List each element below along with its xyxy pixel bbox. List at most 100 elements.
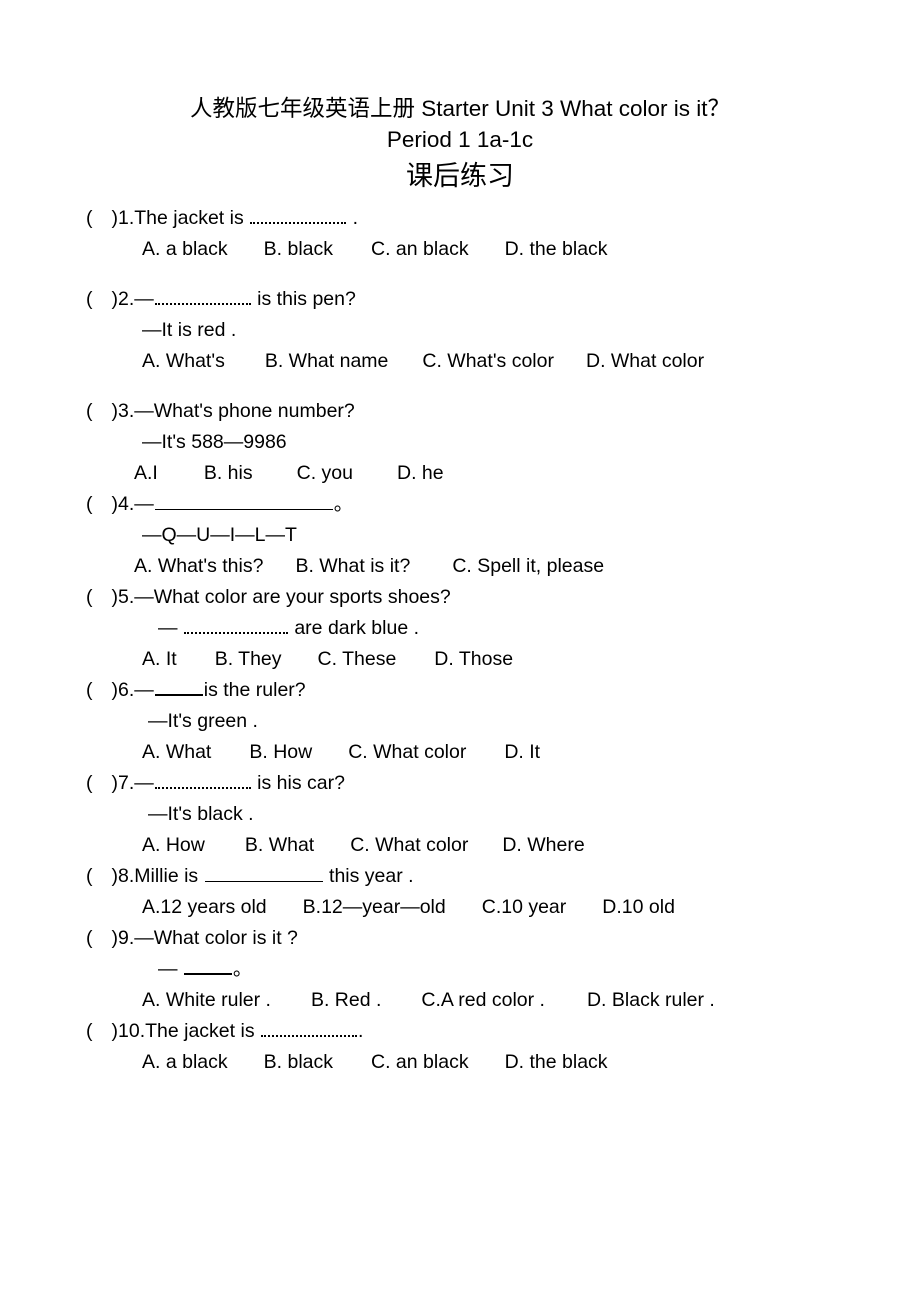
answer-bracket-2: ( (86, 288, 93, 310)
question-7-reply: —It's black . (148, 803, 254, 825)
option-c[interactable]: C.10 year (482, 896, 567, 918)
question-8-number: 8. (118, 865, 135, 887)
question-4-text-before: — (134, 493, 154, 515)
question-2-blank[interactable] (154, 285, 251, 305)
question-item-5: ()5.—What color are your sports shoes? —… (86, 582, 900, 675)
question-1-text-before: The jacket is (134, 207, 250, 229)
option-b[interactable]: B. What (245, 834, 314, 856)
option-c[interactable]: C. What's color (422, 350, 554, 372)
option-b[interactable]: B.12—year—old (303, 896, 446, 918)
question-6-number: 6. (118, 679, 135, 701)
option-a[interactable]: A. What (142, 741, 211, 763)
option-a[interactable]: A.I (134, 462, 158, 484)
option-d[interactable]: D. Those (434, 648, 513, 670)
question-item-4: ()4.—。 —Q—U—I—L—T A. What's this? B. What… (86, 489, 900, 582)
question-6-options: A. What B. How C. What color D. It (86, 737, 900, 768)
question-5-reply-after: are dark blue . (288, 617, 419, 639)
option-a[interactable]: A. It (142, 648, 177, 670)
question-7-stem: ()7.— is his car? (86, 768, 900, 799)
question-item-1: ()1.The jacket is . A. a black B. black C.… (86, 203, 900, 265)
answer-bracket-6: ( (86, 679, 93, 701)
question-6-text-after: is the ruler? (203, 679, 306, 701)
question-9-options: A. White ruler . B. Red . C.A red color . D… (86, 985, 900, 1016)
answer-bracket-7: ( (86, 772, 93, 794)
question-item-6: ()6.— is the ruler? —It's green . A. What… (86, 675, 900, 768)
question-2-stem: ()2.— is this pen? (86, 284, 900, 315)
question-10-stem: ()10.The jacket is . (86, 1016, 900, 1047)
question-8-options: A.12 years old B.12—year—old C.10 year D.10… (86, 892, 900, 923)
option-b[interactable]: B. What name (265, 350, 389, 372)
question-2-number: 2. (118, 288, 135, 310)
option-c[interactable]: C. What color (348, 741, 466, 763)
page-title: 人教版七年级英语上册 Starter Unit 3 What color is … (189, 96, 731, 121)
option-c[interactable]: C. These (318, 648, 397, 670)
option-c[interactable]: C. Spell it, please (452, 555, 604, 577)
question-2-reply: —It is red . (142, 319, 237, 341)
question-4-blank[interactable] (154, 491, 333, 510)
option-b[interactable]: B. They (215, 648, 282, 670)
question-3-stem: ()3.—What's phone number? (86, 396, 900, 427)
question-6-blank[interactable] (154, 676, 203, 696)
question-1-text-after: . (347, 207, 358, 229)
answer-bracket-10: ( (86, 1020, 93, 1042)
option-b[interactable]: B. How (249, 741, 312, 763)
worksheet-page: 人教版七年级英语上册 Starter Unit 3 What color is … (0, 0, 920, 1302)
option-b[interactable]: B. black (264, 1051, 333, 1073)
question-1-options: A. a black B. black C. an black D. the blac… (86, 234, 900, 265)
option-d[interactable]: D. What color (586, 350, 704, 372)
page-subtitle: Period 1 1a-1c (386, 127, 534, 152)
question-8-blank[interactable] (204, 863, 323, 882)
option-b[interactable]: B. What is it? (295, 555, 410, 577)
option-d[interactable]: D. he (397, 462, 444, 484)
option-c[interactable]: C. What color (350, 834, 468, 856)
option-d[interactable]: D. the black (505, 238, 608, 260)
option-d[interactable]: D. the black (505, 1051, 608, 1073)
question-3-number: 3. (118, 400, 135, 422)
answer-bracket-9: ( (86, 927, 93, 949)
option-a[interactable]: A. What's (142, 350, 225, 372)
answer-bracket-5: ( (86, 586, 93, 608)
question-7-number: 7. (118, 772, 135, 794)
option-b[interactable]: B. his (204, 462, 253, 484)
question-9-text: —What color is it ? (134, 927, 298, 949)
option-a[interactable]: A. a black (142, 238, 228, 260)
question-item-3: ()3.—What's phone number? —It's 588—9986… (86, 396, 900, 489)
question-3-options: A.I B. his C. you D. he (86, 458, 900, 489)
question-7-blank[interactable] (154, 769, 251, 789)
option-d[interactable]: D. It (504, 741, 540, 763)
question-5-stem: ()5.—What color are your sports shoes? (86, 582, 900, 613)
question-4-text-after: 。 (333, 493, 354, 515)
option-d[interactable]: D. Where (502, 834, 584, 856)
question-5-text: —What color are your sports shoes? (134, 586, 451, 608)
question-10-blank[interactable] (261, 1017, 357, 1037)
option-d[interactable]: D. Black ruler . (587, 989, 715, 1011)
question-5-reply-before: — (158, 617, 183, 639)
question-1-blank[interactable] (250, 204, 347, 224)
question-8-stem: ()8.Millie is this year . (86, 861, 900, 892)
question-7-options: A. How B. What C. What color D. Where (86, 830, 900, 861)
option-c[interactable]: C. an black (371, 1051, 469, 1073)
option-a[interactable]: A. White ruler . (142, 989, 271, 1011)
question-item-9: ()9.—What color is it ? — 。 A. White rul… (86, 923, 900, 1016)
option-b[interactable]: B. Red . (311, 989, 381, 1011)
option-c[interactable]: C. an black (371, 238, 469, 260)
answer-bracket-4: ( (86, 493, 93, 515)
question-5-blank[interactable] (183, 614, 288, 634)
question-9-blank[interactable] (183, 955, 232, 975)
option-a[interactable]: A.12 years old (142, 896, 267, 918)
option-d[interactable]: D.10 old (602, 896, 675, 918)
title-block: 人教版七年级英语上册 Starter Unit 3 What color is … (0, 0, 920, 195)
option-a[interactable]: A. What's this? (134, 555, 263, 577)
question-9-stem: ()9.—What color is it ? (86, 923, 900, 954)
option-a[interactable]: A. How (142, 834, 205, 856)
answer-bracket-8: ( (86, 865, 93, 887)
question-9-reply: — 。 (86, 954, 900, 985)
question-5-reply: — are dark blue . (86, 613, 900, 644)
option-c[interactable]: C. you (297, 462, 353, 484)
option-c[interactable]: C.A red color . (421, 989, 545, 1011)
option-b[interactable]: B. black (264, 238, 333, 260)
question-2-text-before: — (134, 288, 154, 310)
option-a[interactable]: A. a black (142, 1051, 228, 1073)
question-10-text-before: The jacket is (145, 1020, 260, 1042)
question-8-text-after: this year . (323, 865, 414, 887)
